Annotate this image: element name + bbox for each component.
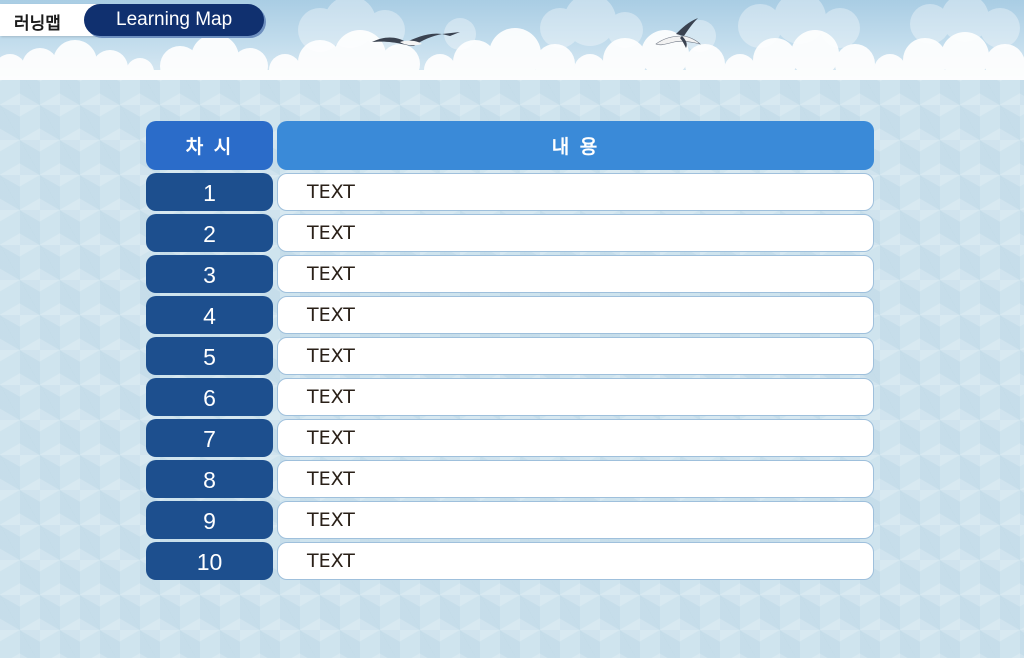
row-content-cell[interactable]: TEXT (277, 173, 874, 211)
row-content-cell[interactable]: TEXT (277, 378, 874, 416)
table-row[interactable]: 10 TEXT (146, 542, 874, 580)
row-number-cell: 10 (146, 542, 273, 580)
table-row[interactable]: 5 TEXT (146, 337, 874, 375)
row-content-cell[interactable]: TEXT (277, 419, 874, 457)
row-content-cell[interactable]: TEXT (277, 296, 874, 334)
column-header-content: 내 용 (277, 121, 874, 170)
row-number-cell: 7 (146, 419, 273, 457)
row-content-cell[interactable]: TEXT (277, 501, 874, 539)
learning-map-table: 차 시 내 용 1 TEXT 2 TEXT 3 TEXT 4 TEXT 5 TE… (146, 121, 874, 583)
row-content-cell[interactable]: TEXT (277, 460, 874, 498)
row-number-cell: 4 (146, 296, 273, 334)
row-number-cell: 1 (146, 173, 273, 211)
title-korean-label: 러닝맵 (14, 14, 61, 34)
row-content-cell[interactable]: TEXT (277, 337, 874, 375)
row-content-cell[interactable]: TEXT (277, 255, 874, 293)
column-header-session: 차 시 (146, 121, 273, 170)
row-number-cell: 6 (146, 378, 273, 416)
seagull-icon (655, 18, 701, 48)
row-number-cell: 9 (146, 501, 273, 539)
table-row[interactable]: 9 TEXT (146, 501, 874, 539)
title-tab: 러닝맵 Learning Map (0, 4, 268, 36)
table-row[interactable]: 8 TEXT (146, 460, 874, 498)
title-english-label: Learning Map (116, 9, 233, 30)
table-row[interactable]: 7 TEXT (146, 419, 874, 457)
row-content-cell[interactable]: TEXT (277, 214, 874, 252)
row-content-cell[interactable]: TEXT (277, 542, 874, 580)
seagull-icon (372, 32, 460, 46)
table-row[interactable]: 3 TEXT (146, 255, 874, 293)
row-number-cell: 5 (146, 337, 273, 375)
table-row[interactable]: 1 TEXT (146, 173, 874, 211)
row-number-cell: 2 (146, 214, 273, 252)
table-header-row: 차 시 내 용 (146, 121, 874, 170)
row-number-cell: 8 (146, 460, 273, 498)
row-number-cell: 3 (146, 255, 273, 293)
table-row[interactable]: 6 TEXT (146, 378, 874, 416)
table-row[interactable]: 4 TEXT (146, 296, 874, 334)
title-english-badge: Learning Map (84, 4, 264, 36)
table-row[interactable]: 2 TEXT (146, 214, 874, 252)
